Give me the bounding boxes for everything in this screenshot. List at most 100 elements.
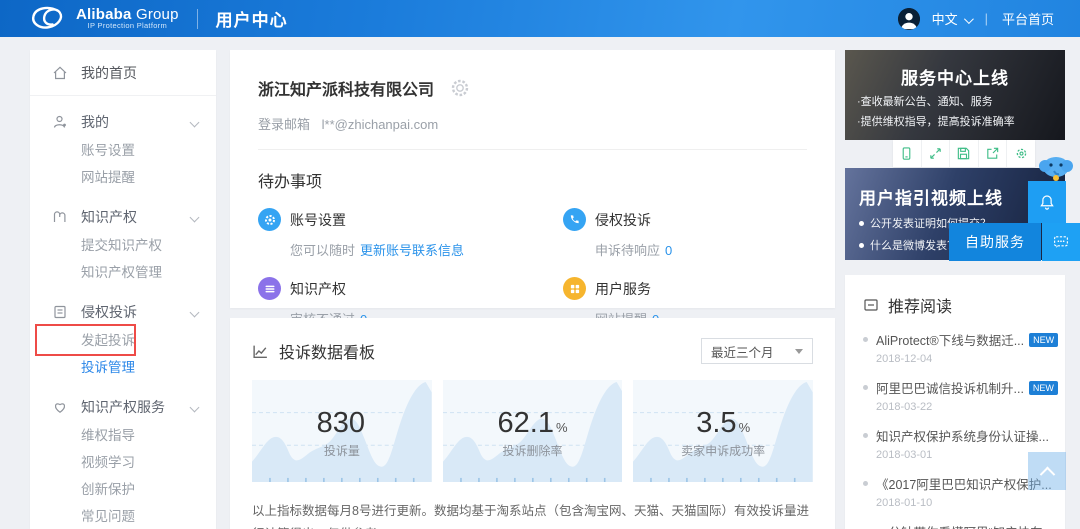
- email-label: 登录邮箱: [258, 117, 311, 132]
- sidebar-item-innovation-protection[interactable]: 创新保护: [30, 476, 216, 503]
- user-avatar[interactable]: [897, 7, 920, 30]
- language-switch[interactable]: 中文: [931, 9, 974, 28]
- bullet-icon: [863, 385, 868, 390]
- page-title: 用户中心: [215, 11, 288, 30]
- complaint-dashboard-card: 投诉数据看板 最近三个月 830 投诉量 62.1 % 投诉删除率 3.5 % …: [230, 318, 835, 529]
- avatar-person-icon: [897, 7, 920, 30]
- todo-desc-text: 申诉待响应: [595, 243, 661, 258]
- sidebar-group-ip[interactable]: 知识产权: [30, 202, 216, 232]
- share-tool-button[interactable]: [979, 140, 1008, 167]
- article-date: 2018-12-04: [876, 353, 933, 365]
- sidebar-item-label: 视频学习: [81, 455, 135, 470]
- chevron-down-icon: [189, 117, 200, 127]
- stat-card-appeal-success: 3.5% 卖家申诉成功率: [633, 380, 814, 482]
- sidebar-group-ip-services[interactable]: 知识产权服务: [30, 392, 216, 422]
- sidebar-item-label: 提交知识产权: [81, 238, 162, 253]
- settings-tool-button[interactable]: [1007, 140, 1035, 167]
- article-link[interactable]: AliProtect®下线与数据迁...: [876, 330, 1024, 349]
- stat-label: 卖家申诉成功率: [681, 444, 766, 458]
- sidebar-item-label: 账号设置: [81, 143, 135, 158]
- notification-button[interactable]: [1028, 181, 1066, 223]
- article-link[interactable]: 知识产权保护系统身份认证操...: [876, 426, 1049, 445]
- sidebar-group-infringement[interactable]: 侵权投诉: [30, 297, 216, 327]
- sidebar-item-manage-ip[interactable]: 知识产权管理: [30, 259, 216, 286]
- sidebar-group-label: 我的: [81, 114, 109, 130]
- mobile-icon: [902, 147, 911, 160]
- appeal-pending-count[interactable]: 0: [665, 243, 672, 258]
- gear-icon: [1016, 148, 1026, 159]
- mobile-tool-button[interactable]: [893, 140, 922, 167]
- update-contact-link[interactable]: 更新账号联系信息: [360, 243, 464, 258]
- language-label: 中文: [931, 12, 958, 27]
- bullet-icon: [859, 242, 864, 248]
- top-header: Alibaba Group IP Protection Platform 用户中…: [0, 0, 1080, 37]
- save-tool-button[interactable]: [950, 140, 979, 167]
- sidebar-item-label: 发起投诉: [81, 333, 135, 348]
- login-email: l**@zhichanpai.com: [321, 117, 439, 132]
- sidebar-item-label: 投诉管理: [81, 360, 135, 375]
- ip-badge-icon: [53, 211, 66, 222]
- home-icon: [53, 65, 67, 79]
- divider: [258, 149, 807, 150]
- sidebar-group-label: 侵权投诉: [81, 304, 137, 320]
- sidebar-item-submit-ip[interactable]: 提交知识产权: [30, 232, 216, 259]
- stat-unit: %: [555, 420, 568, 435]
- sidebar-item-file-complaint[interactable]: 发起投诉: [30, 324, 216, 356]
- banner-title: 服务中心上线: [901, 69, 1009, 88]
- brand-name: Alibaba: [76, 5, 132, 23]
- chat-button[interactable]: [1042, 223, 1080, 261]
- header-separator: |: [984, 11, 988, 26]
- self-service-button[interactable]: 自助服务: [949, 223, 1041, 261]
- article-link[interactable]: 《2017阿里巴巴知识产权保护...: [876, 474, 1052, 493]
- brand-text: Alibaba Group IP Protection Platform: [76, 5, 179, 31]
- quick-tools-bar: [893, 140, 1035, 167]
- todo-desc-text: 您可以随时: [290, 243, 356, 258]
- article-link[interactable]: 阿里巴巴诚信投诉机制升...: [876, 378, 1024, 397]
- stat-label: 投诉删除率: [502, 444, 563, 458]
- bullet-icon: [863, 337, 868, 342]
- bell-icon: [1040, 195, 1054, 210]
- new-badge: NEW: [1028, 380, 1058, 395]
- reading-item: AliProtect®下线与数据迁... NEW 2018-12-04: [863, 330, 1059, 365]
- bullet-icon: [863, 433, 868, 438]
- service-center-banner[interactable]: 服务中心上线 ·查收最新公告、通知、服务 ·提供维权指导，提高投诉准确率: [845, 50, 1065, 140]
- brand-subtitle: IP Protection Platform: [87, 21, 168, 31]
- sidebar-item-site-reminder[interactable]: 网站提醒: [30, 164, 216, 191]
- person-icon: [53, 115, 66, 128]
- expand-arrows-icon: [930, 148, 941, 159]
- stat-card-deletion-rate: 62.1% 投诉删除率: [442, 380, 623, 482]
- sidebar-item-label: 知识产权管理: [81, 265, 162, 280]
- sidebar-item-video-learning[interactable]: 视频学习: [30, 449, 216, 476]
- article-link[interactable]: 一分钟带你看懂阿里“知产快车...: [876, 522, 1053, 529]
- header-right: 中文 | 平台首页: [897, 7, 1054, 30]
- self-service-widget: 自助服务: [949, 223, 1080, 261]
- chevron-down-icon: [189, 402, 200, 412]
- alibaba-logo[interactable]: Alibaba Group IP Protection Platform: [28, 4, 179, 34]
- dashboard-footnote: 以上指标数据每月8号进行更新。数据均基于淘系站点（包含淘宝网、天猫、天猫国际）有…: [252, 504, 809, 529]
- period-select[interactable]: 最近三个月: [701, 338, 813, 364]
- sidebar-item-complaint-management[interactable]: 投诉管理: [30, 354, 216, 381]
- chat-bubble-icon: [1054, 236, 1068, 248]
- chevron-down-icon: [189, 307, 200, 317]
- article-date: 2018-03-01: [876, 449, 933, 461]
- reading-item: 知识产权保护系统身份认证操... 2018-03-01: [863, 426, 1049, 461]
- todo-item-complaint: 侵权投诉 申诉待响应 0: [563, 208, 807, 259]
- sidebar-item-home[interactable]: 我的首页: [30, 50, 216, 96]
- chevron-up-icon: [1039, 466, 1055, 482]
- sidebar-item-faq[interactable]: 常见问题: [30, 503, 216, 529]
- platform-home-link[interactable]: 平台首页: [1002, 9, 1054, 28]
- todo-item-label: 知识产权: [290, 280, 346, 297]
- back-to-top-button[interactable]: [1028, 452, 1066, 490]
- todo-grid: 账号设置 您可以随时 更新账号联系信息 侵权投诉 申诉待响应 0 知识产权 用户…: [258, 208, 807, 328]
- stat-card-complaints: 830 投诉量: [252, 380, 432, 482]
- user-center-page: Alibaba Group IP Protection Platform 用户中…: [0, 0, 1080, 529]
- todo-item-label: 账号设置: [290, 211, 346, 228]
- sidebar-item-rights-guide[interactable]: 维权指导: [30, 422, 216, 449]
- recommended-reading-card: 推荐阅读 AliProtect®下线与数据迁... NEW 2018-12-04…: [845, 275, 1065, 529]
- expand-tool-button[interactable]: [922, 140, 951, 167]
- chevron-down-icon: [963, 14, 974, 25]
- period-selected-value: 最近三个月: [711, 345, 774, 360]
- mascot-elephant-icon: [1039, 157, 1073, 181]
- sidebar-item-account-settings[interactable]: 账号设置: [30, 137, 216, 164]
- sidebar-group-my[interactable]: 我的: [30, 107, 216, 137]
